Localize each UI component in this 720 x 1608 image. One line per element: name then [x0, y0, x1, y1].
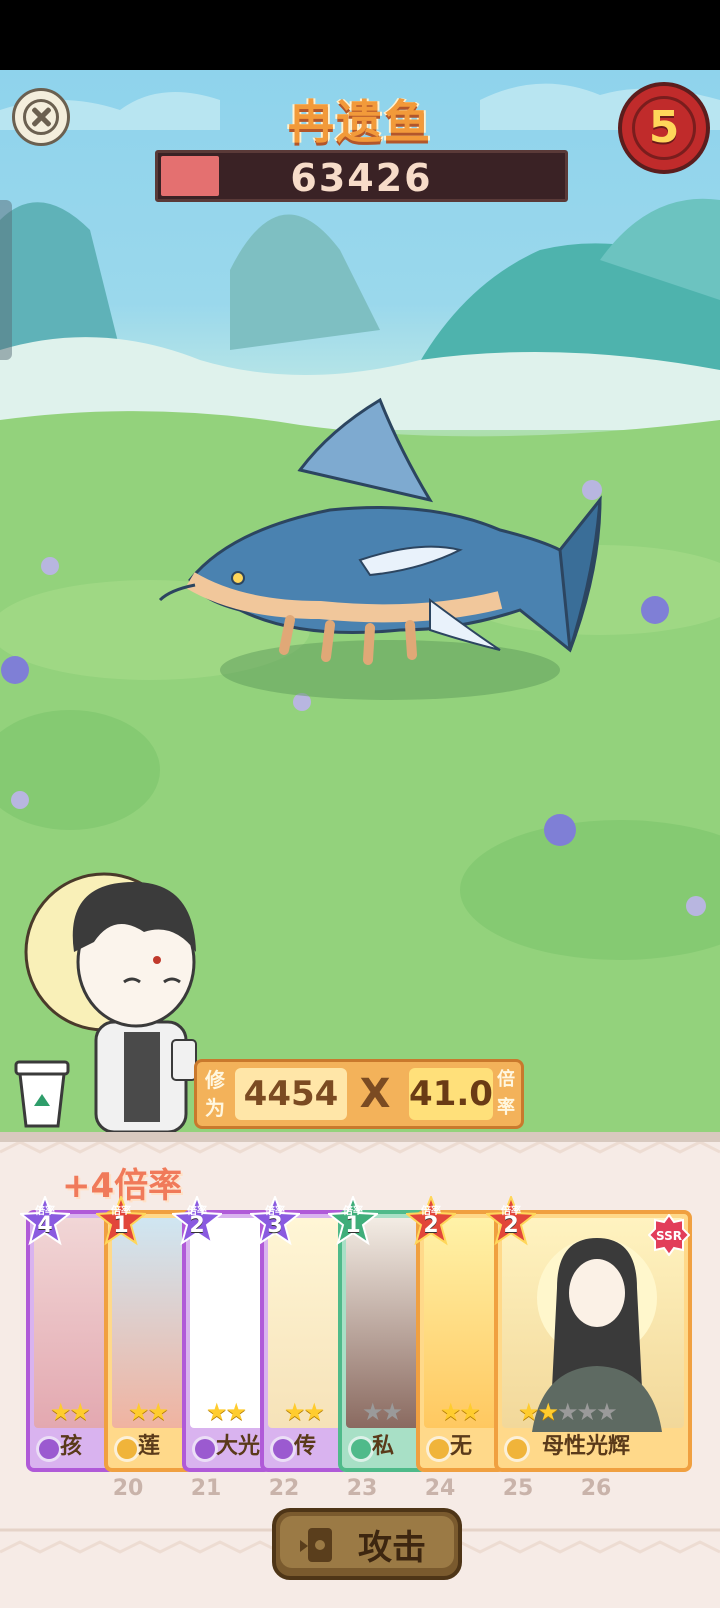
badge-value: 1 [345, 1213, 361, 1238]
close-icon [23, 99, 59, 135]
power-value-box: 4454 [235, 1068, 347, 1120]
badge-value: 1 [113, 1213, 129, 1238]
card-name: 大光 [216, 1434, 261, 1459]
card-stars: ★★ [128, 1398, 169, 1426]
multiplier-badge: 倍率 2 [486, 1196, 536, 1246]
card-item[interactable]: ★★ 莲 [104, 1210, 194, 1472]
boss-hp-value: 63426 [290, 156, 433, 200]
card-index: 26 [580, 1476, 612, 1501]
card-index: 20 [112, 1476, 144, 1501]
card-index: 23 [346, 1476, 378, 1501]
card-art [346, 1218, 420, 1428]
card-stars: ★★ [362, 1398, 403, 1426]
power-panel: 修为 4454 X 41.0 倍率 [194, 1059, 524, 1129]
boss-name: 冉遗鱼 [288, 95, 432, 149]
card-item[interactable]: ★★ 孩 [26, 1210, 116, 1472]
attack-button[interactable]: 攻击 [272, 1508, 462, 1580]
ssr-rarity-icon: SSR [648, 1214, 690, 1256]
card-name: 孩 [60, 1434, 83, 1459]
card-item[interactable]: ★★ 私 [338, 1210, 428, 1472]
multiplier-value: 41.0 [409, 1074, 493, 1114]
multiplier-box: 41.0 [409, 1068, 493, 1120]
card-index: 22 [268, 1476, 300, 1501]
card-element-icon [426, 1436, 452, 1462]
card-element-icon [348, 1436, 374, 1462]
round-counter: 5 [618, 82, 710, 174]
card-name: 私 [372, 1434, 395, 1459]
attack-label: 攻击 [358, 1528, 426, 1568]
badge-value: 2 [423, 1213, 439, 1238]
card-stars: ★★★★★ [518, 1398, 618, 1426]
card-stars: ★★ [50, 1398, 91, 1426]
badge-value: 3 [267, 1213, 283, 1238]
card-name: 无 [450, 1434, 473, 1459]
card-play-icon [300, 1528, 332, 1562]
card-element-icon [114, 1436, 140, 1462]
card-index: 21 [190, 1476, 222, 1501]
card-element-icon [270, 1436, 296, 1462]
times-sign: X [359, 1071, 391, 1117]
card-name: 莲 [138, 1434, 161, 1459]
card-name: 传 [294, 1434, 317, 1459]
boss-hp-bar: 63426 [155, 150, 568, 202]
close-button[interactable] [12, 88, 70, 146]
multiplier-badge: 倍率 3 [250, 1196, 300, 1246]
card-item[interactable]: ★★ 无 [416, 1210, 506, 1472]
card-index: 25 [502, 1476, 534, 1501]
side-drawer-handle[interactable] [0, 200, 12, 360]
card-name: 母性光辉 [542, 1434, 631, 1459]
card-element-icon [192, 1436, 218, 1462]
card-art [268, 1218, 342, 1428]
round-value: 5 [648, 102, 680, 153]
cup-icon[interactable] [14, 1060, 70, 1128]
card-art [112, 1218, 186, 1428]
card-art [190, 1218, 264, 1428]
multiplier-badge: 倍率 1 [328, 1196, 378, 1246]
card-index: 24 [424, 1476, 456, 1501]
card-item[interactable]: ★★ 传 [260, 1210, 350, 1472]
multiplier-badge: 倍率 4 [20, 1196, 70, 1246]
status-bar [0, 0, 720, 70]
card-element-icon [36, 1436, 62, 1462]
card-stars: ★★ [440, 1398, 481, 1426]
multiplier-badge: 倍率 1 [96, 1196, 146, 1246]
card-element-icon [504, 1436, 530, 1462]
badge-value: 4 [37, 1213, 53, 1238]
multiplier-badge: 倍率 2 [406, 1196, 456, 1246]
card-art [34, 1218, 108, 1428]
badge-value: 2 [189, 1213, 205, 1238]
multiplier-badge: 倍率 2 [172, 1196, 222, 1246]
card-art [424, 1218, 498, 1428]
multiplier-label: 倍率 [497, 1069, 515, 1118]
tray-border [0, 1132, 720, 1142]
card-stars: ★★ [284, 1398, 325, 1426]
card-stars: ★★ [206, 1398, 247, 1426]
badge-value: 2 [503, 1213, 519, 1238]
card-item[interactable]: ★★ 大光 [182, 1210, 272, 1472]
power-value: 4454 [243, 1074, 339, 1114]
ssr-label: SSR [656, 1229, 682, 1243]
power-label: 修为 [205, 1068, 225, 1120]
